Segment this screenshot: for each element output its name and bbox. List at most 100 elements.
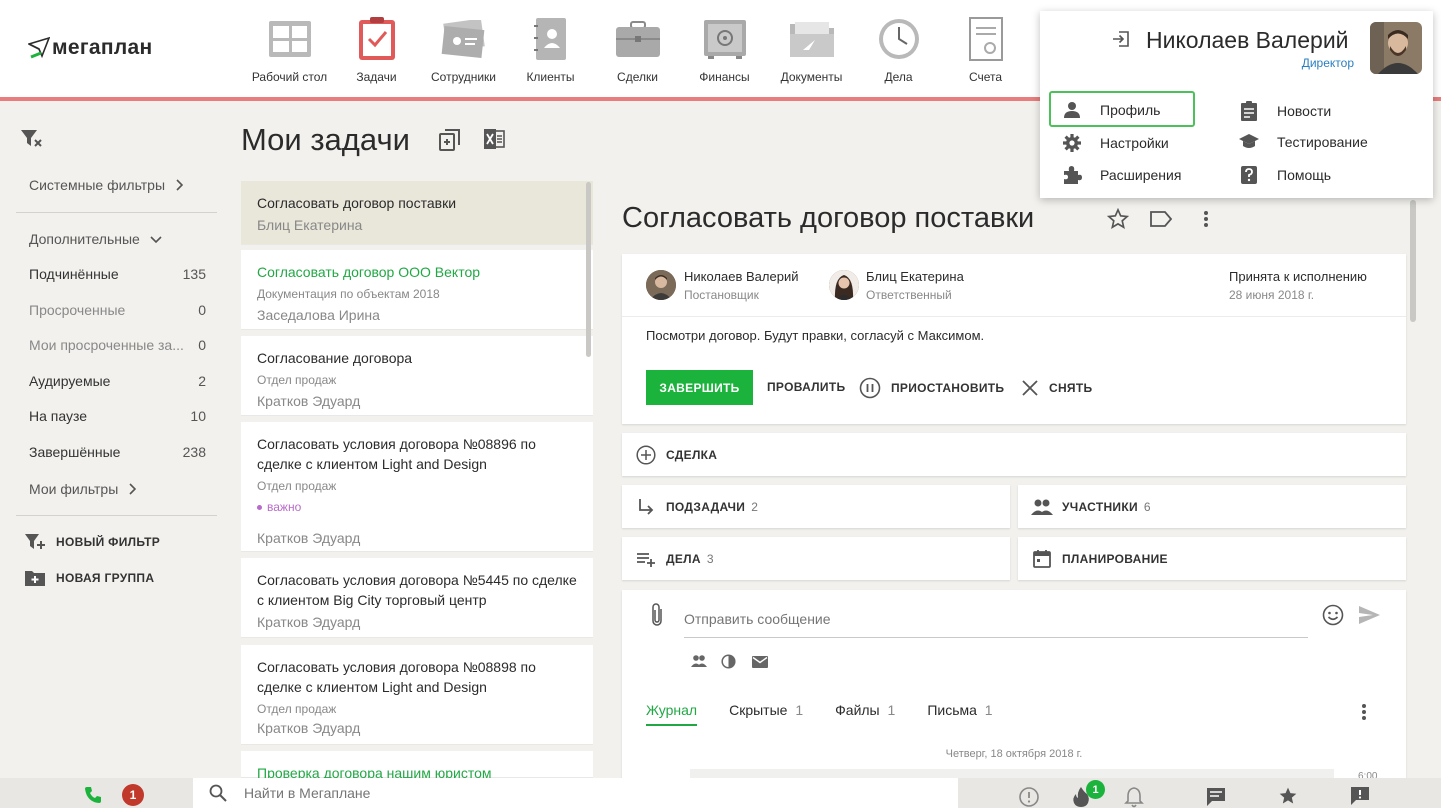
menu-item-extensions[interactable]: Расширения	[1060, 165, 1181, 185]
module-deals[interactable]: Сделки	[594, 0, 681, 97]
task-owner: Кратков Эдуард	[257, 614, 361, 630]
clear-filter-icon[interactable]	[20, 129, 44, 149]
task-card[interactable]: Согласовать договор поставки Блиц Екатер…	[241, 181, 593, 245]
menu-item-label: Настройки	[1100, 135, 1169, 151]
feedback-icon[interactable]	[1350, 786, 1370, 806]
filter-count: 135	[182, 266, 206, 282]
task-card[interactable]: Согласовать условия договора №08898 по с…	[241, 645, 593, 745]
subtasks-section[interactable]: ПОДЗАДАЧИ 2	[622, 485, 1010, 528]
filter-my-overdue[interactable]: Мои просроченные за... 0	[29, 337, 206, 353]
filter-paused[interactable]: На паузе 10	[29, 408, 206, 424]
pause-button[interactable]: ПРИОСТАНОВИТЬ	[859, 377, 1004, 399]
tag-icon[interactable]	[1150, 211, 1172, 227]
menu-item-profile[interactable]: Профиль	[1060, 101, 1160, 119]
more-vertical-icon[interactable]	[1203, 210, 1209, 228]
message-input[interactable]	[684, 600, 1308, 638]
my-filters-label: Мои фильтры	[29, 481, 119, 497]
excel-export-icon[interactable]	[483, 128, 505, 150]
module-documents[interactable]: Документы	[768, 0, 855, 97]
attach-icon[interactable]	[650, 602, 664, 628]
invoices-icon	[963, 16, 1009, 62]
chat-icon[interactable]	[1206, 787, 1226, 807]
planning-section[interactable]: ПЛАНИРОВАНИЕ	[1018, 537, 1406, 580]
filter-overdue[interactable]: Просроченные 0	[29, 302, 206, 318]
tasks-icon	[354, 16, 400, 62]
pause-icon	[859, 377, 881, 399]
detail-scrollbar[interactable]	[1410, 200, 1416, 322]
menu-item-label: Тестирование	[1277, 134, 1368, 150]
fail-button[interactable]: ПРОВАЛИТЬ	[767, 380, 845, 394]
divider	[16, 515, 217, 516]
star-icon[interactable]	[1107, 208, 1129, 230]
complete-button[interactable]: ЗАВЕРШИТЬ	[646, 370, 753, 405]
menu-item-settings[interactable]: Настройки	[1060, 133, 1169, 153]
menu-item-label: Расширения	[1100, 167, 1182, 183]
module-invoices[interactable]: Счета	[942, 0, 1029, 97]
remove-button[interactable]: СНЯТЬ	[1021, 379, 1092, 397]
bell-icon[interactable]	[1124, 786, 1144, 808]
call-badge: 1	[122, 784, 144, 806]
menu-item-testing[interactable]: Тестирование	[1237, 133, 1368, 151]
module-todos[interactable]: Дела	[855, 0, 942, 97]
module-tasks[interactable]: Задачи	[333, 0, 420, 97]
chevron-right-icon	[128, 483, 137, 495]
filter-subordinates[interactable]: Подчинённые 135	[29, 266, 206, 282]
tab-hidden[interactable]: Скрытые 1	[729, 702, 803, 726]
filter-completed[interactable]: Завершённые 238	[29, 444, 206, 460]
new-group-button[interactable]: НОВАЯ ГРУППА	[24, 569, 154, 587]
task-list-scrollbar[interactable]	[586, 182, 591, 357]
mail-icon[interactable]	[752, 656, 768, 668]
task-card[interactable]: Согласовать условия договора №08896 по с…	[241, 422, 593, 552]
module-nav: Рабочий стол Задачи Сотрудники Клиенты С…	[246, 0, 1029, 97]
finance-icon	[702, 16, 748, 62]
filter-audited[interactable]: Аудируемые 2	[29, 373, 206, 389]
global-search[interactable]	[193, 778, 958, 808]
divider	[16, 212, 217, 213]
module-finance[interactable]: Финансы	[681, 0, 768, 97]
tab-journal[interactable]: Журнал	[646, 702, 698, 726]
task-owner: Кратков Эдуард	[257, 720, 361, 736]
system-filters-toggle[interactable]: Системные фильтры	[29, 177, 199, 193]
user-name: Николаев Валерий	[1146, 27, 1349, 53]
tab-letters[interactable]: Письма 1	[927, 702, 992, 726]
module-clients[interactable]: Клиенты	[507, 0, 594, 97]
search-input[interactable]	[244, 785, 894, 801]
new-filter-button[interactable]: НОВЫЙ ФИЛЬТР	[24, 533, 160, 551]
more-vertical-icon[interactable]	[1361, 703, 1367, 721]
module-desktop[interactable]: Рабочий стол	[246, 0, 333, 97]
emoji-icon[interactable]	[1322, 604, 1344, 626]
chevron-right-icon	[175, 179, 184, 191]
alert-circle-icon[interactable]	[1019, 787, 1039, 807]
module-employees[interactable]: Сотрудники	[420, 0, 507, 97]
comments-card: Журнал Скрытые 1 Файлы 1 Письма 1 Четвер…	[622, 590, 1406, 782]
phone-icon[interactable]	[84, 786, 102, 804]
visibility-icon[interactable]	[721, 654, 736, 669]
add-folder-icon	[24, 569, 46, 587]
send-icon[interactable]	[1358, 605, 1381, 625]
logo[interactable]: мегаплан	[28, 36, 152, 60]
task-card[interactable]: Согласовать договор ООО Вектор Документа…	[241, 250, 593, 330]
menu-item-help[interactable]: Помощь	[1237, 165, 1331, 185]
add-filter-icon	[24, 533, 46, 551]
task-card[interactable]: Согласование договора Отдел продаж Кратк…	[241, 336, 593, 416]
avatar[interactable]	[1370, 22, 1422, 74]
todos-section[interactable]: ДЕЛА 3	[622, 537, 1010, 580]
additional-filters-toggle[interactable]: Дополнительные	[29, 231, 206, 247]
divider	[622, 316, 1406, 317]
menu-item-news[interactable]: Новости	[1237, 101, 1331, 121]
recipients-icon[interactable]	[690, 654, 708, 668]
status-date: 28 июня 2018 г.	[1229, 288, 1315, 302]
search-icon	[209, 784, 227, 802]
deal-section[interactable]: СДЕЛКА	[622, 433, 1406, 476]
copy-icon[interactable]	[439, 129, 461, 151]
favorites-star-icon[interactable]	[1278, 786, 1298, 806]
tab-files[interactable]: Файлы 1	[835, 702, 895, 726]
tag-dot-icon	[257, 505, 262, 511]
logout-icon[interactable]	[1112, 31, 1130, 47]
task-card[interactable]: Проверка договора нашим юристом	[241, 751, 593, 781]
my-filters-toggle[interactable]: Мои фильтры	[29, 481, 206, 497]
participants-section[interactable]: УЧАСТНИКИ 6	[1018, 485, 1406, 528]
module-label: Сотрудники	[431, 70, 496, 84]
status-block: Принята к исполнению 28 июня 2018 г.	[1229, 269, 1367, 302]
task-card[interactable]: Согласовать условия договора №5445 по сд…	[241, 558, 593, 638]
